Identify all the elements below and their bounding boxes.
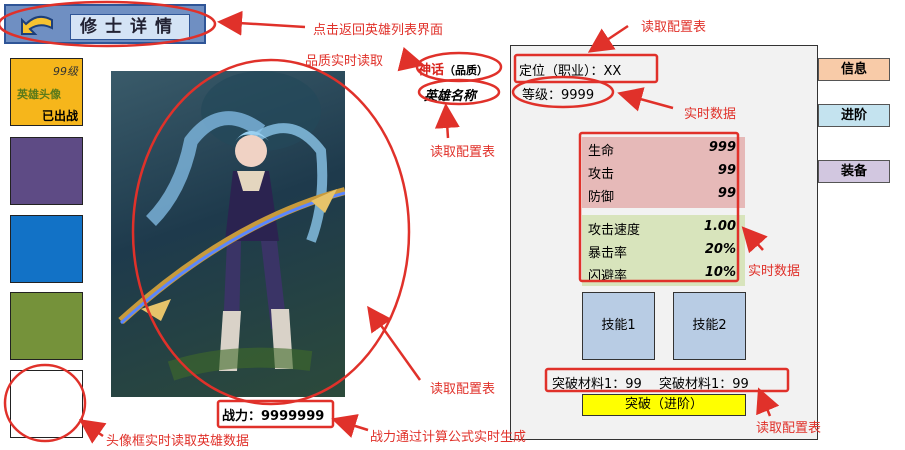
stat-value: 999 — [708, 140, 736, 155]
breakthrough-materials: 突破材料1：99 突破材料1：99 — [552, 377, 749, 392]
back-arrow-icon — [21, 15, 53, 35]
quality-tag: （品质） — [444, 64, 489, 77]
tab-info[interactable]: 信息 — [818, 58, 890, 81]
annotation-config-name: 读取配置表 — [430, 145, 496, 160]
stat-value: 10% — [704, 265, 736, 280]
base-stats-block: 生命 999 攻击 99 防御 99 — [582, 137, 745, 208]
hero-quality: 神话（品质） — [418, 59, 488, 78]
annotation-quality: 品质实时读取 — [305, 54, 384, 69]
hero-slot-3[interactable] — [10, 215, 83, 283]
stat-value: 99 — [717, 163, 736, 178]
stat-row-attack-speed: 攻击速度 1.00 — [588, 216, 736, 238]
stat-label: 防御 — [588, 190, 615, 205]
hero-role: 定位（职业）：XX — [519, 64, 622, 79]
hero-level-label: 99级 — [53, 65, 78, 78]
tab-advance[interactable]: 进阶 — [818, 104, 890, 127]
name-arrow — [434, 103, 460, 139]
back-button[interactable] — [18, 14, 56, 40]
breakthrough-button[interactable]: 突破（进阶） — [582, 394, 746, 416]
tab-equipment[interactable]: 装备 — [818, 160, 890, 183]
stat-label: 暴击率 — [588, 246, 628, 261]
stat-label: 闪避率 — [588, 269, 628, 284]
deployed-label: 已出战 — [41, 109, 78, 123]
page-title: 修士详情 — [70, 14, 190, 40]
hero-illustration — [111, 71, 345, 397]
hero-slot-4[interactable] — [10, 292, 83, 360]
hero-slot-5[interactable] — [10, 370, 83, 438]
hero-avatar-label: 英雄头像 — [17, 88, 61, 101]
back-arrow — [217, 10, 306, 36]
stat-row-defense: 防御 99 — [588, 183, 736, 205]
header-bar: 修士详情 — [4, 4, 206, 44]
combat-power: 战力：9999999 — [222, 409, 325, 424]
stat-row-attack: 攻击 99 — [588, 160, 736, 182]
hero-level: 等级：9999 — [522, 88, 595, 103]
annotation-config-art: 读取配置表 — [430, 382, 496, 397]
stat-value: 1.00 — [703, 219, 736, 234]
annotation-avatar-frame: 头像框实时读取英雄数据 — [106, 434, 250, 449]
skill-2-button[interactable]: 技能2 — [673, 292, 746, 360]
annotation-power: 战力通过计算公式实时生成 — [370, 430, 527, 445]
hero-avatar-slot[interactable]: 99级 英雄头像 已出战 — [10, 58, 83, 126]
annotation-back: 点击返回英雄列表界面 — [313, 23, 444, 38]
annotation-config-mats: 读取配置表 — [756, 421, 822, 436]
quality-value: 神话 — [418, 63, 445, 78]
stat-row-crit-rate: 暴击率 20% — [588, 239, 736, 261]
annotation-config-top: 读取配置表 — [641, 20, 707, 35]
annotation-realtime-stats: 实时数据 — [748, 264, 801, 279]
advanced-stats-block: 攻击速度 1.00 暴击率 20% 闪避率 10% — [582, 215, 745, 286]
stat-row-hp: 生命 999 — [588, 137, 736, 159]
annotation-realtime-level: 实时数据 — [684, 107, 737, 122]
stat-row-dodge-rate: 闪避率 10% — [588, 262, 736, 284]
power-arrow — [331, 414, 369, 438]
hero-name: 英雄名称 — [424, 89, 477, 104]
stat-label: 攻击速度 — [588, 223, 641, 238]
art-arrow — [367, 305, 422, 381]
stat-value: 99 — [717, 186, 736, 201]
stat-value: 20% — [704, 242, 736, 257]
skill-1-button[interactable]: 技能1 — [582, 292, 655, 360]
stat-label: 攻击 — [588, 167, 615, 182]
stat-label: 生命 — [588, 144, 615, 159]
avatar-arrow — [78, 419, 107, 444]
hero-slot-2[interactable] — [10, 137, 83, 205]
